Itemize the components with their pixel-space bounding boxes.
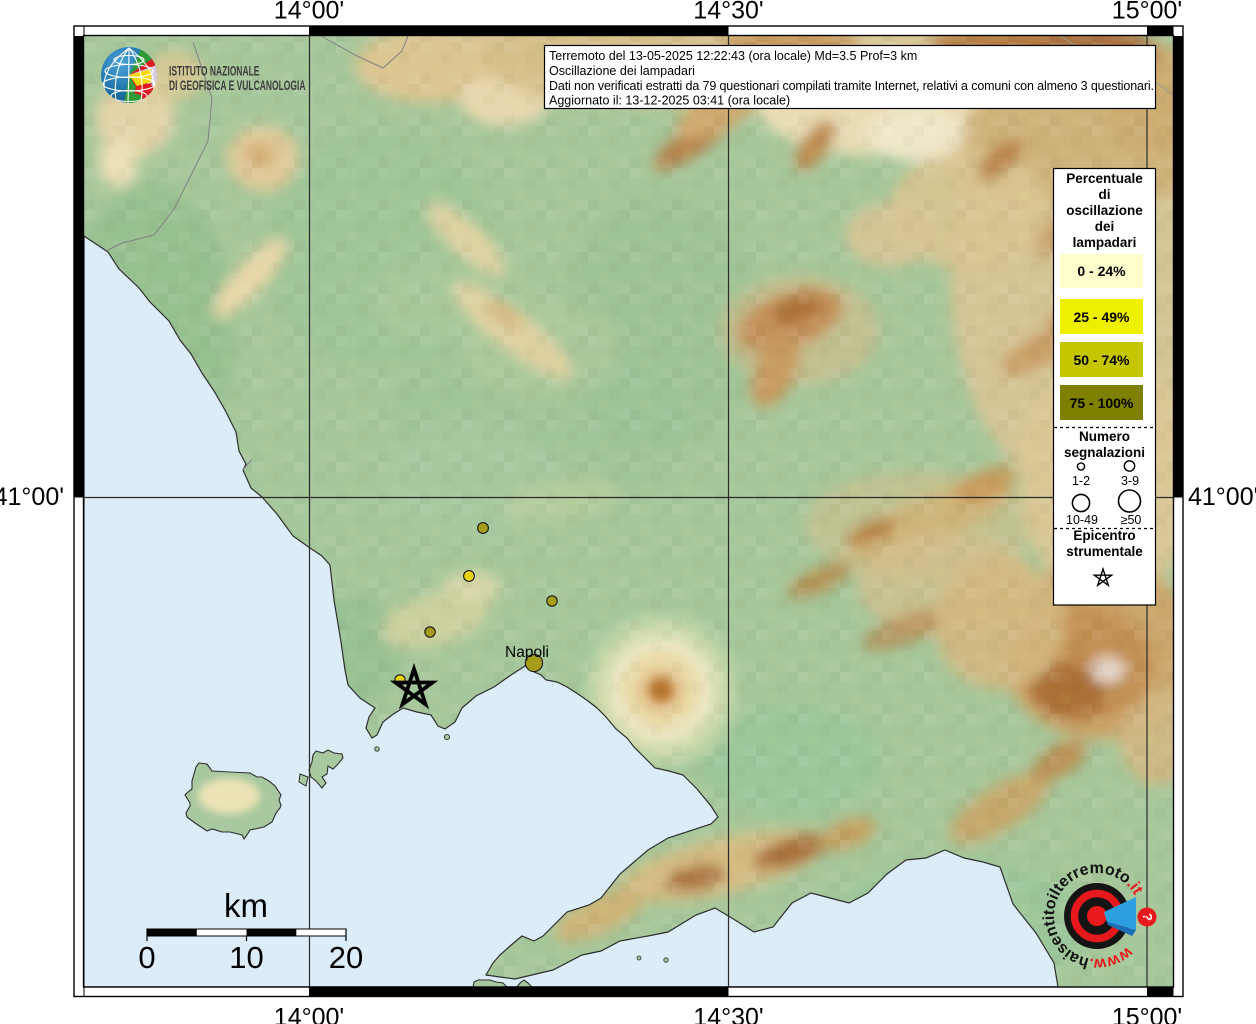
svg-text:1-2: 1-2	[1072, 474, 1090, 488]
svg-text:strumentale: strumentale	[1066, 544, 1143, 559]
svg-text:3-9: 3-9	[1121, 474, 1139, 488]
svg-text:10: 10	[229, 940, 263, 975]
svg-text:10-49: 10-49	[1066, 513, 1098, 527]
svg-text:25 - 49%: 25 - 49%	[1073, 309, 1130, 325]
svg-text:DI GEOFISICA E VULCANOLOGIA: DI GEOFISICA E VULCANOLOGIA	[169, 79, 306, 93]
svg-text:15°00': 15°00'	[1112, 0, 1182, 25]
svg-text:Percentuale: Percentuale	[1066, 171, 1143, 186]
svg-text:14°00': 14°00'	[274, 0, 344, 25]
svg-text:km: km	[224, 887, 268, 924]
svg-text:≥50: ≥50	[1121, 513, 1142, 527]
svg-text:15°00': 15°00'	[1112, 1004, 1182, 1024]
svg-text:Epicentro: Epicentro	[1073, 528, 1135, 543]
svg-text:lampadari: lampadari	[1073, 235, 1137, 250]
svg-text:di: di	[1099, 187, 1111, 202]
svg-text:Aggiornato il: 13-12-2025 03:4: Aggiornato il: 13-12-2025 03:41 (ora loc…	[549, 94, 790, 108]
svg-text:14°00': 14°00'	[274, 1004, 344, 1024]
svg-text:75 - 100%: 75 - 100%	[1070, 395, 1134, 411]
svg-text:?: ?	[1140, 913, 1155, 921]
svg-text:20: 20	[329, 940, 363, 975]
svg-text:Oscillazione dei lampadari: Oscillazione dei lampadari	[549, 64, 695, 78]
svg-text:0: 0	[138, 940, 155, 975]
svg-text:41°00': 41°00'	[0, 483, 64, 511]
svg-text:14°30': 14°30'	[693, 1004, 763, 1024]
svg-text:Terremoto del 13-05-2025 12:22: Terremoto del 13-05-2025 12:22:43 (ora l…	[549, 49, 917, 63]
svg-text:0 - 24%: 0 - 24%	[1077, 263, 1126, 279]
svg-text:14°30': 14°30'	[693, 0, 763, 25]
svg-text:dei: dei	[1095, 219, 1115, 234]
svg-text:41°00': 41°00'	[1188, 483, 1256, 511]
svg-text:Napoli: Napoli	[505, 644, 549, 661]
svg-text:Dati non verificati estratti d: Dati non verificati estratti da 79 quest…	[549, 79, 1154, 93]
svg-text:segnalazioni: segnalazioni	[1064, 445, 1145, 460]
svg-text:Numero: Numero	[1079, 429, 1130, 444]
svg-text:oscillazione: oscillazione	[1066, 203, 1143, 218]
svg-text:ISTITUTO NAZIONALE: ISTITUTO NAZIONALE	[169, 65, 260, 79]
svg-text:50 - 74%: 50 - 74%	[1073, 352, 1130, 368]
